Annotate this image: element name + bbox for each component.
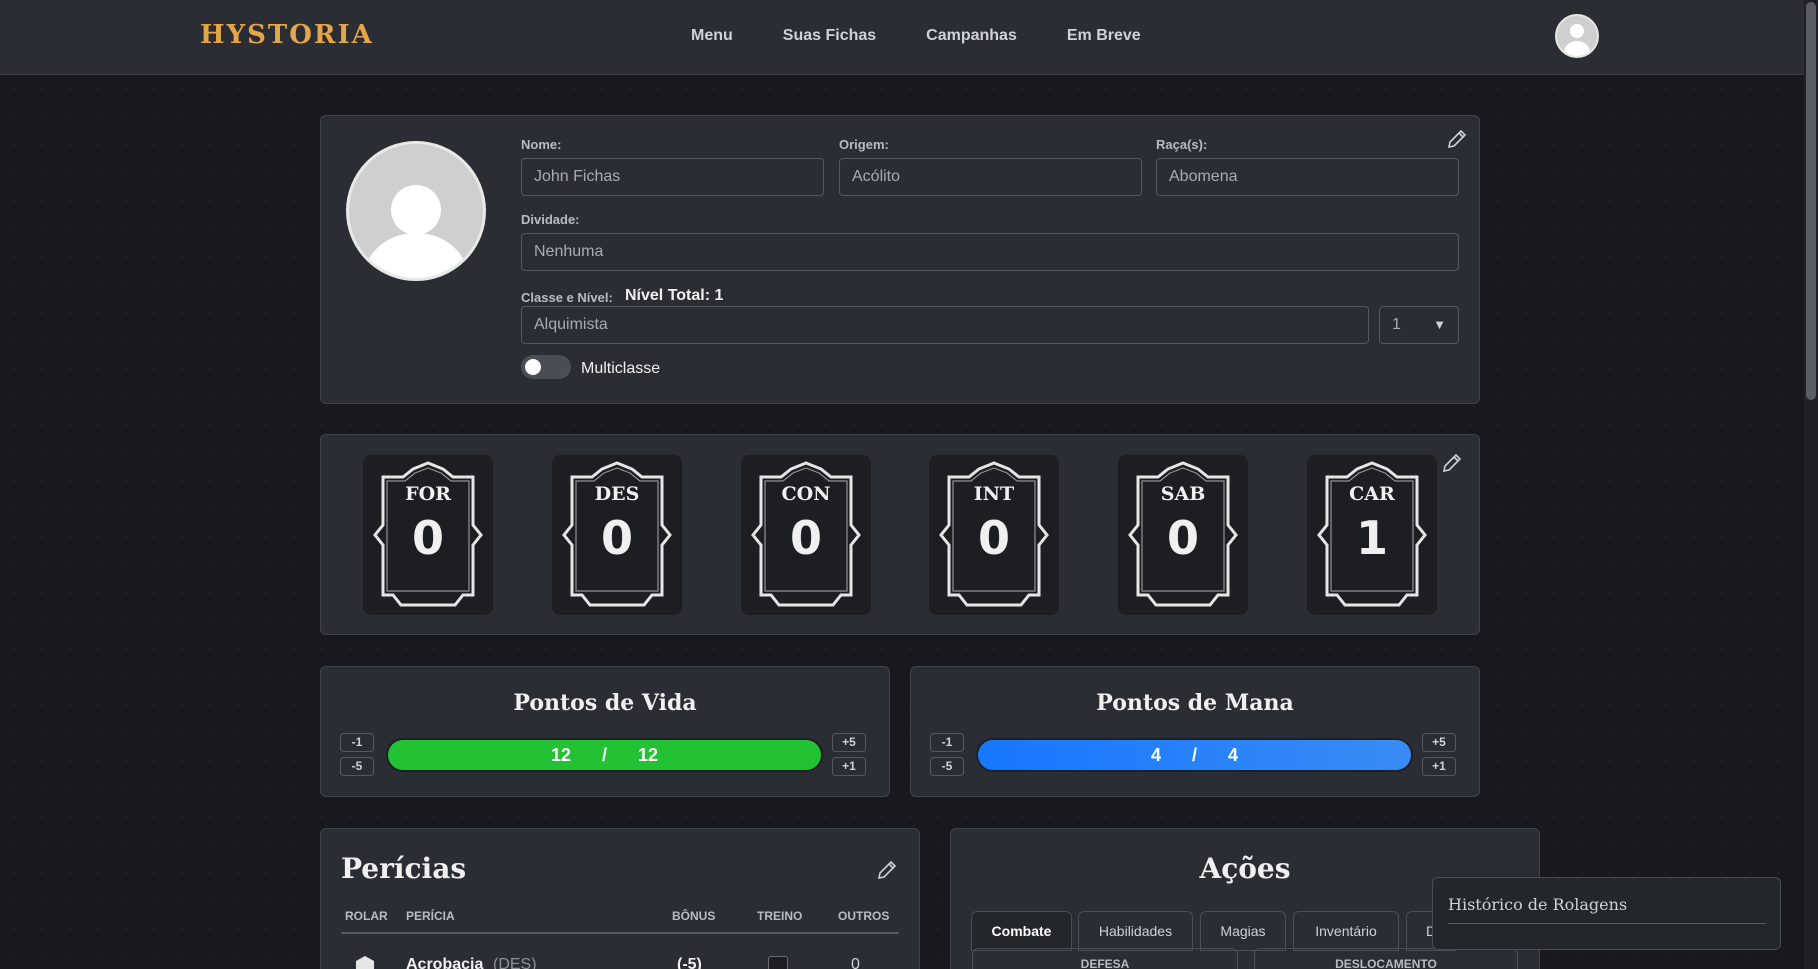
edit-attributes-pencil-icon[interactable] — [1440, 451, 1464, 475]
pericias-title: Perícias — [341, 852, 467, 885]
portrait-placeholder-icon — [364, 185, 468, 278]
tab-inventario[interactable]: Inventário — [1293, 911, 1399, 951]
mana-bar: 4 / 4 — [976, 738, 1413, 772]
user-avatar[interactable] — [1555, 14, 1599, 58]
mana-current: 4 — [1150, 745, 1161, 765]
attribute-sab[interactable]: SAB 0 — [1118, 455, 1248, 615]
attribute-value: 0 — [977, 511, 1010, 565]
app-logo[interactable]: HYSTORIA — [200, 20, 374, 50]
vida-bar: 12 / 12 — [386, 738, 823, 772]
mana-title: Pontos de Mana — [1096, 690, 1294, 716]
raca-input[interactable]: Abomena — [1156, 158, 1459, 196]
pericias-card — [320, 828, 920, 969]
classe-input[interactable]: Alquimista — [521, 306, 1369, 344]
tab-combate[interactable]: Combate — [971, 911, 1072, 951]
vida-current: 12 — [550, 745, 571, 765]
attribute-con[interactable]: CON 0 — [741, 455, 871, 615]
tab-magias[interactable]: Magias — [1200, 911, 1286, 951]
divindade-input[interactable]: Nenhuma — [521, 233, 1459, 271]
edit-profile-pencil-icon[interactable] — [1445, 127, 1469, 151]
attribute-value: 0 — [789, 511, 822, 565]
pericia-name: Acrobacia — [406, 956, 484, 969]
classe-label: Classe e Nível: — [521, 290, 613, 305]
table-header-divider — [341, 932, 899, 934]
mana-plus1-button[interactable]: +1 — [1422, 757, 1456, 776]
header-bonus: BÔNUS — [672, 909, 716, 923]
vida-minus5-button[interactable]: -5 — [340, 757, 374, 776]
vida-sep: / — [601, 745, 607, 765]
attribute-abbr: CON — [781, 483, 831, 505]
header-rolar: ROLAR — [345, 909, 388, 923]
nav-em-breve[interactable]: Em Breve — [1067, 27, 1141, 45]
deslocamento-box: DESLOCAMENTO — [1254, 948, 1518, 969]
nome-label: Nome: — [521, 137, 562, 152]
attribute-abbr: INT — [973, 483, 1015, 505]
vida-max: 12 — [638, 745, 659, 765]
mana-max: 4 — [1228, 745, 1239, 765]
attribute-abbr: FOR — [405, 483, 451, 505]
pericia-attr: (DES) — [493, 956, 537, 969]
pericia-outros: 0 — [851, 956, 860, 969]
historico-title: Histórico de Rolagens — [1448, 895, 1628, 914]
nav-suas-fichas[interactable]: Suas Fichas — [783, 27, 876, 45]
mana-minus5-button[interactable]: -5 — [930, 757, 964, 776]
vida-plus1-button[interactable]: +1 — [832, 757, 866, 776]
attribute-value: 1 — [1355, 511, 1388, 565]
attribute-value: 0 — [411, 511, 444, 565]
top-navbar: HYSTORIA Menu Suas Fichas Campanhas Em B… — [0, 0, 1804, 75]
vida-plus5-button[interactable]: +5 — [832, 733, 866, 752]
user-icon — [1564, 24, 1590, 56]
pontos-de-vida-card — [320, 666, 890, 797]
attribute-abbr: DES — [594, 483, 640, 505]
nivel-total: Nível Total: 1 — [625, 287, 724, 304]
defesa-box: DEFESA — [972, 948, 1238, 969]
vida-minus1-button[interactable]: -1 — [340, 733, 374, 752]
attributes-card — [320, 434, 1480, 635]
attribute-for[interactable]: FOR 0 — [363, 455, 493, 615]
attribute-abbr: SAB — [1160, 483, 1206, 505]
attribute-car[interactable]: CAR 1 — [1307, 455, 1437, 615]
character-portrait[interactable] — [346, 141, 486, 281]
attribute-abbr: CAR — [1349, 483, 1395, 505]
attribute-int[interactable]: INT 0 — [929, 455, 1059, 615]
header-treino: TREINO — [757, 909, 803, 923]
pericia-treino-checkbox[interactable] — [768, 956, 788, 969]
historico-divider — [1448, 923, 1766, 924]
d20-dice-icon[interactable] — [354, 955, 376, 969]
origem-input[interactable]: Acólito — [839, 158, 1142, 196]
pericia-bonus: (-5) — [677, 956, 702, 969]
historico-rolagens-panel[interactable]: Histórico de Rolagens — [1432, 877, 1781, 950]
attribute-value: 0 — [1166, 511, 1199, 565]
divindade-label: Dividade: — [521, 212, 580, 227]
nome-input[interactable]: John Fichas — [521, 158, 824, 196]
attribute-des[interactable]: DES 0 — [552, 455, 682, 615]
multiclasse-toggle[interactable] — [521, 355, 571, 379]
nivel-select-value: 1 — [1392, 316, 1401, 333]
attribute-value: 0 — [600, 511, 633, 565]
nav-campanhas[interactable]: Campanhas — [926, 27, 1017, 45]
origem-label: Origem: — [839, 137, 889, 152]
mana-plus5-button[interactable]: +5 — [1422, 733, 1456, 752]
mana-sep: / — [1191, 745, 1197, 765]
tab-habilidades[interactable]: Habilidades — [1078, 911, 1193, 951]
nivel-select[interactable]: 1 ▼ — [1379, 306, 1459, 344]
pontos-de-mana-card — [910, 666, 1480, 797]
chevron-down-icon: ▼ — [1433, 317, 1446, 332]
edit-pericias-pencil-icon[interactable] — [875, 858, 899, 882]
raca-label: Raça(s): — [1156, 137, 1208, 152]
header-pericia: PERÍCIA — [406, 909, 455, 923]
multiclasse-label: Multiclasse — [581, 360, 661, 377]
vida-title: Pontos de Vida — [513, 690, 697, 716]
main-nav: Menu Suas Fichas Campanhas Em Breve — [691, 27, 1141, 45]
header-outros: OUTROS — [838, 909, 890, 923]
nav-menu[interactable]: Menu — [691, 27, 733, 45]
scrollbar-thumb[interactable] — [1806, 2, 1816, 400]
mana-minus1-button[interactable]: -1 — [930, 733, 964, 752]
